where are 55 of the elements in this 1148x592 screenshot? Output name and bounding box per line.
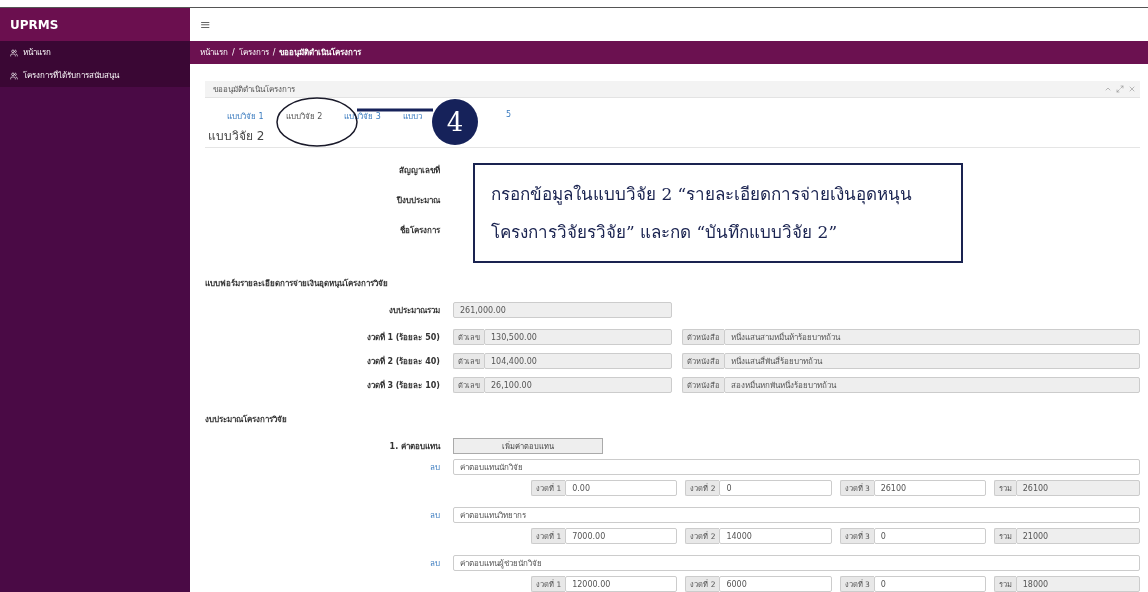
input-field[interactable]: ค่าตอบแทนผู้ช่วยนักวิจัย <box>453 555 1140 571</box>
delete-link[interactable]: ลบ <box>430 508 440 522</box>
input-field[interactable]: 14000 <box>719 528 832 544</box>
input-field[interactable]: 0 <box>873 528 986 544</box>
menu-icon[interactable]: ≡ <box>200 17 211 32</box>
input-field[interactable]: 7000.00 <box>565 528 678 544</box>
tab[interactable]: แบบวิจัย 2 <box>285 110 323 124</box>
field-label: ชื่อโครงการ <box>400 224 440 237</box>
breadcrumb-separator: / <box>232 48 235 57</box>
field-label: สัญญาเลขที่ <box>399 164 440 177</box>
breadcrumb-link[interactable]: หน้าแรก <box>200 46 228 59</box>
input-field[interactable]: 26100 <box>873 480 986 496</box>
input-field[interactable]: ค่าตอบแทนวิทยากร <box>453 507 1140 523</box>
section-title: แบบฟอร์มรายละเอียดการจ่ายเงินอุดหนุนโครงการวิจัย <box>205 277 389 290</box>
input-field[interactable]: สองหมื่นหกพันหนึ่งร้อยบาทถ้วน <box>724 377 1140 393</box>
input-field[interactable]: 0.00 <box>565 480 678 496</box>
group-icon <box>10 48 18 57</box>
delete-link[interactable]: ลบ <box>430 556 440 570</box>
field-label: ปีงบประมาณ <box>397 195 440 207</box>
field-label: งวดที่ 3 (ร้อยละ 10) <box>366 379 440 392</box>
tab[interactable]: แบบวิจัย 1 <box>227 110 264 124</box>
breadcrumb-link[interactable]: ขออนุมัติดำเนินโครงการ <box>279 46 362 59</box>
field-label: งบประมาณรวม <box>389 304 440 317</box>
input-field[interactable]: หนึ่งแสนสี่พันสี่ร้อยบาทถ้วน <box>724 353 1140 369</box>
collapse-icon[interactable] <box>1104 85 1112 93</box>
breadcrumb-link[interactable]: โครงการ <box>238 46 269 59</box>
sidebar-item[interactable]: โครงการที่ได้รับการสนับสนุน <box>0 64 190 87</box>
input-field[interactable]: ค่าตอบแทนนักวิจัย <box>453 459 1140 475</box>
input-field[interactable]: 12000.00 <box>565 576 678 592</box>
tab[interactable]: 5 <box>505 110 511 124</box>
panel-title: ขออนุมัติดำเนินโครงการ <box>213 83 295 96</box>
input-field[interactable]: หนึ่งแสนสามหมื่นห้าร้อยบาทถ้วน <box>724 329 1140 345</box>
brand-logo[interactable]: UPRMS <box>0 8 190 41</box>
close-icon[interactable] <box>1128 85 1136 93</box>
breadcrumb-separator: / <box>272 48 276 57</box>
input-field[interactable]: 261,000.00 <box>453 302 672 318</box>
input-field[interactable]: 26100 <box>1015 480 1140 496</box>
field-label: งวดที่ 1 (ร้อยละ 50) <box>366 331 440 344</box>
field-label: 1. ค่าตอบแทน <box>389 440 440 453</box>
input-field[interactable]: 18000 <box>1015 576 1140 592</box>
group-icon <box>10 71 18 80</box>
input-field[interactable]: 21000 <box>1015 528 1140 544</box>
delete-link[interactable]: ลบ <box>430 460 440 474</box>
field-label: งวดที่ 2 (ร้อยละ 40) <box>366 355 440 368</box>
input-field[interactable]: 130,500.00 <box>484 329 672 345</box>
section-title: งบประมาณโครงการวิจัย <box>205 413 288 426</box>
input-field[interactable]: 26,100.00 <box>484 377 672 393</box>
input-field[interactable]: 104,400.00 <box>484 353 672 369</box>
input-field[interactable]: 0 <box>719 480 832 496</box>
callout-text: กรอกข้อมูลในแบบวิจัย 2 “รายละเอียดการจ่ายเงินอุดหนุน โครงการวิจัยรวิจัย” และกด “บันทึกแบบวิจัย 2” <box>473 163 963 263</box>
sidebar-item[interactable]: หน้าแรก <box>0 41 190 64</box>
input-field[interactable]: 6000 <box>719 576 832 592</box>
input-field[interactable]: 0 <box>873 576 986 592</box>
expand-icon[interactable] <box>1116 85 1124 93</box>
tab[interactable]: แบบว <box>402 110 422 124</box>
